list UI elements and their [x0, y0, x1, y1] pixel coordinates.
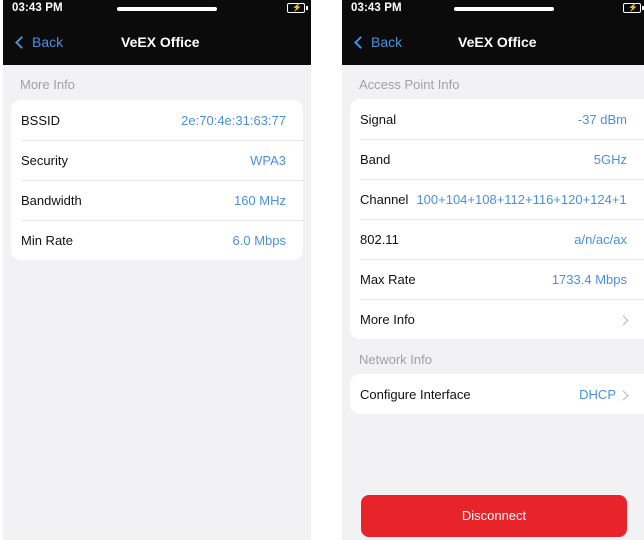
row-value: DHCP	[579, 386, 629, 402]
battery-charging-icon: ⚡	[623, 3, 644, 13]
row-value: a/n/ac/ax	[574, 231, 627, 247]
back-button[interactable]: Back	[15, 34, 64, 50]
page-title: VeEX Office	[121, 34, 200, 50]
battery-charging-icon: ⚡	[287, 3, 308, 13]
row-value: -37 dBm	[577, 111, 627, 127]
top-bar: 03:43 PM ⚡ Back VeEX Office	[3, 0, 311, 65]
back-label: Back	[32, 34, 64, 50]
row-channel: Channel 100+104+108+112+116+120+124+1	[350, 179, 644, 219]
network-info-card: Configure Interface DHCP	[350, 374, 644, 414]
phone-screen-more-info: 03:43 PM ⚡ Back VeEX Office More Info BS…	[3, 0, 311, 540]
row-value: 2e:70:4e:31:63:77	[181, 112, 286, 128]
row-value: WPA3	[250, 152, 286, 168]
row-label: Channel	[360, 191, 409, 207]
row-value: 5GHz	[593, 151, 627, 167]
disconnect-button[interactable]: Disconnect	[361, 495, 627, 537]
row-max-rate: Max Rate 1733.4 Mbps	[350, 259, 644, 299]
row-label: More Info	[360, 311, 415, 327]
row-value	[616, 312, 629, 327]
back-button[interactable]: Back	[354, 34, 403, 50]
row-label: BSSID	[21, 112, 61, 128]
row-security: Security WPA3	[11, 140, 303, 180]
row-band: Band 5GHz	[350, 139, 644, 179]
access-point-card: Signal -37 dBm Band 5GHz Channel 100+104…	[350, 99, 644, 339]
row-value: 160 MHz	[233, 192, 286, 208]
status-time: 03:43 PM	[351, 2, 402, 14]
phone-screen-access-point: 03:43 PM ⚡ Back VeEX Office Access Point…	[342, 0, 644, 540]
row-value: 6.0 Mbps	[232, 232, 286, 248]
row-bandwidth: Bandwidth 160 MHz	[11, 180, 303, 220]
chevron-right-icon	[618, 315, 629, 325]
chevron-right-icon	[618, 390, 629, 400]
row-label: Bandwidth	[21, 192, 82, 208]
row-label: Security	[21, 152, 68, 168]
section-header-more-info: More Info	[20, 77, 75, 92]
row-more-info[interactable]: More Info	[350, 299, 644, 339]
row-value: 100+104+108+112+116+120+124+1	[416, 191, 627, 207]
row-bssid: BSSID 2e:70:4e:31:63:77	[11, 100, 303, 140]
more-info-card: BSSID 2e:70:4e:31:63:77 Security WPA3 Ba…	[11, 100, 303, 260]
row-min-rate: Min Rate 6.0 Mbps	[11, 220, 303, 260]
row-label: Max Rate	[360, 271, 416, 287]
dynamic-island	[117, 7, 217, 11]
back-label: Back	[371, 34, 403, 50]
top-bar: 03:43 PM ⚡ Back VeEX Office	[342, 0, 644, 65]
row-value: 1733.4 Mbps	[551, 271, 627, 287]
chevron-left-icon	[354, 35, 367, 49]
row-label: Min Rate	[21, 232, 74, 248]
row-label: Configure Interface	[360, 386, 471, 402]
dynamic-island	[454, 7, 554, 11]
row-label: Band	[360, 151, 391, 167]
chevron-left-icon	[15, 35, 28, 49]
row-label: 802.11	[360, 231, 399, 247]
row-configure-interface[interactable]: Configure Interface DHCP	[350, 374, 644, 414]
dhcp-value: DHCP	[579, 386, 616, 402]
section-header-network: Network Info	[359, 352, 432, 367]
row-label: Signal	[360, 111, 397, 127]
page-title: VeEX Office	[458, 34, 537, 50]
status-time: 03:43 PM	[12, 2, 63, 14]
row-80211: 802.11 a/n/ac/ax	[350, 219, 644, 259]
section-header-access-point: Access Point Info	[359, 77, 460, 92]
row-signal: Signal -37 dBm	[350, 99, 644, 139]
